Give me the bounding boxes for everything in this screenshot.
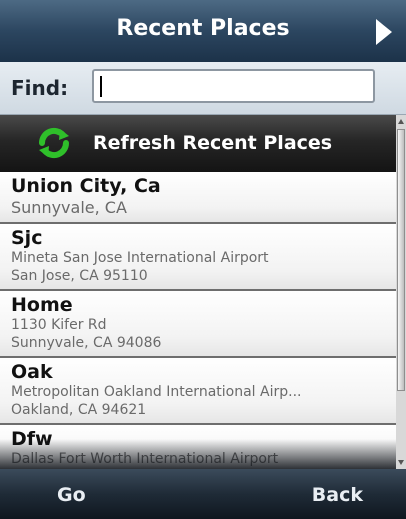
scroll-down-arrow-icon[interactable]: [398, 460, 404, 465]
refresh-icon: [36, 127, 72, 163]
place-item-sjc[interactable]: Sjc Mineta San Jose International Airpor…: [0, 224, 396, 291]
find-input[interactable]: [92, 69, 375, 103]
scrollbar-thumb[interactable]: [397, 129, 405, 391]
place-name: Oak: [11, 361, 53, 383]
softkey-bar: Go Back: [0, 469, 406, 519]
place-item-oak[interactable]: Oak Metropolitan Oakland International A…: [0, 358, 396, 425]
text-cursor: [100, 76, 102, 97]
place-name: Sjc: [11, 227, 43, 249]
back-softkey[interactable]: Back: [312, 484, 363, 506]
place-item-dfw[interactable]: Dfw Dallas Fort Worth International Airp…: [0, 425, 396, 469]
scrollbar[interactable]: [396, 115, 406, 469]
place-name: Dfw: [11, 428, 53, 450]
place-name: Home: [11, 294, 73, 316]
place-item-home[interactable]: Home 1130 Kifer Rd Sunnyvale, CA 94086: [0, 291, 396, 358]
refresh-label: Refresh Recent Places: [93, 132, 333, 154]
place-address: Sunnyvale, CA 94086: [11, 335, 162, 351]
places-list[interactable]: Refresh Recent Places Union City, Ca Sun…: [0, 115, 396, 469]
scroll-up-arrow-icon[interactable]: [398, 119, 404, 124]
place-address: Mineta San Jose International Airport: [11, 250, 269, 266]
arrow-right-icon[interactable]: [376, 19, 392, 45]
place-address: Metropolitan Oakland International Airp.…: [11, 384, 302, 400]
find-label: Find:: [11, 76, 69, 100]
place-address: Sunnyvale, CA: [11, 198, 127, 217]
find-bar: Find:: [0, 62, 406, 115]
place-name: Union City, Ca: [11, 175, 161, 197]
recent-places-screen: Recent Places Find: Refresh Recent Place…: [0, 0, 406, 519]
place-address: Oakland, CA 94621: [11, 402, 147, 418]
go-softkey[interactable]: Go: [57, 484, 86, 506]
refresh-recent-places-button[interactable]: Refresh Recent Places: [0, 115, 396, 172]
page-title: Recent Places: [116, 16, 290, 41]
place-item-union-city[interactable]: Union City, Ca Sunnyvale, CA: [0, 172, 396, 224]
place-address: Dallas Fort Worth International Airport: [11, 451, 279, 467]
title-bar: Recent Places: [0, 0, 406, 63]
place-address: San Jose, CA 95110: [11, 268, 148, 284]
place-address: 1130 Kifer Rd: [11, 317, 107, 333]
